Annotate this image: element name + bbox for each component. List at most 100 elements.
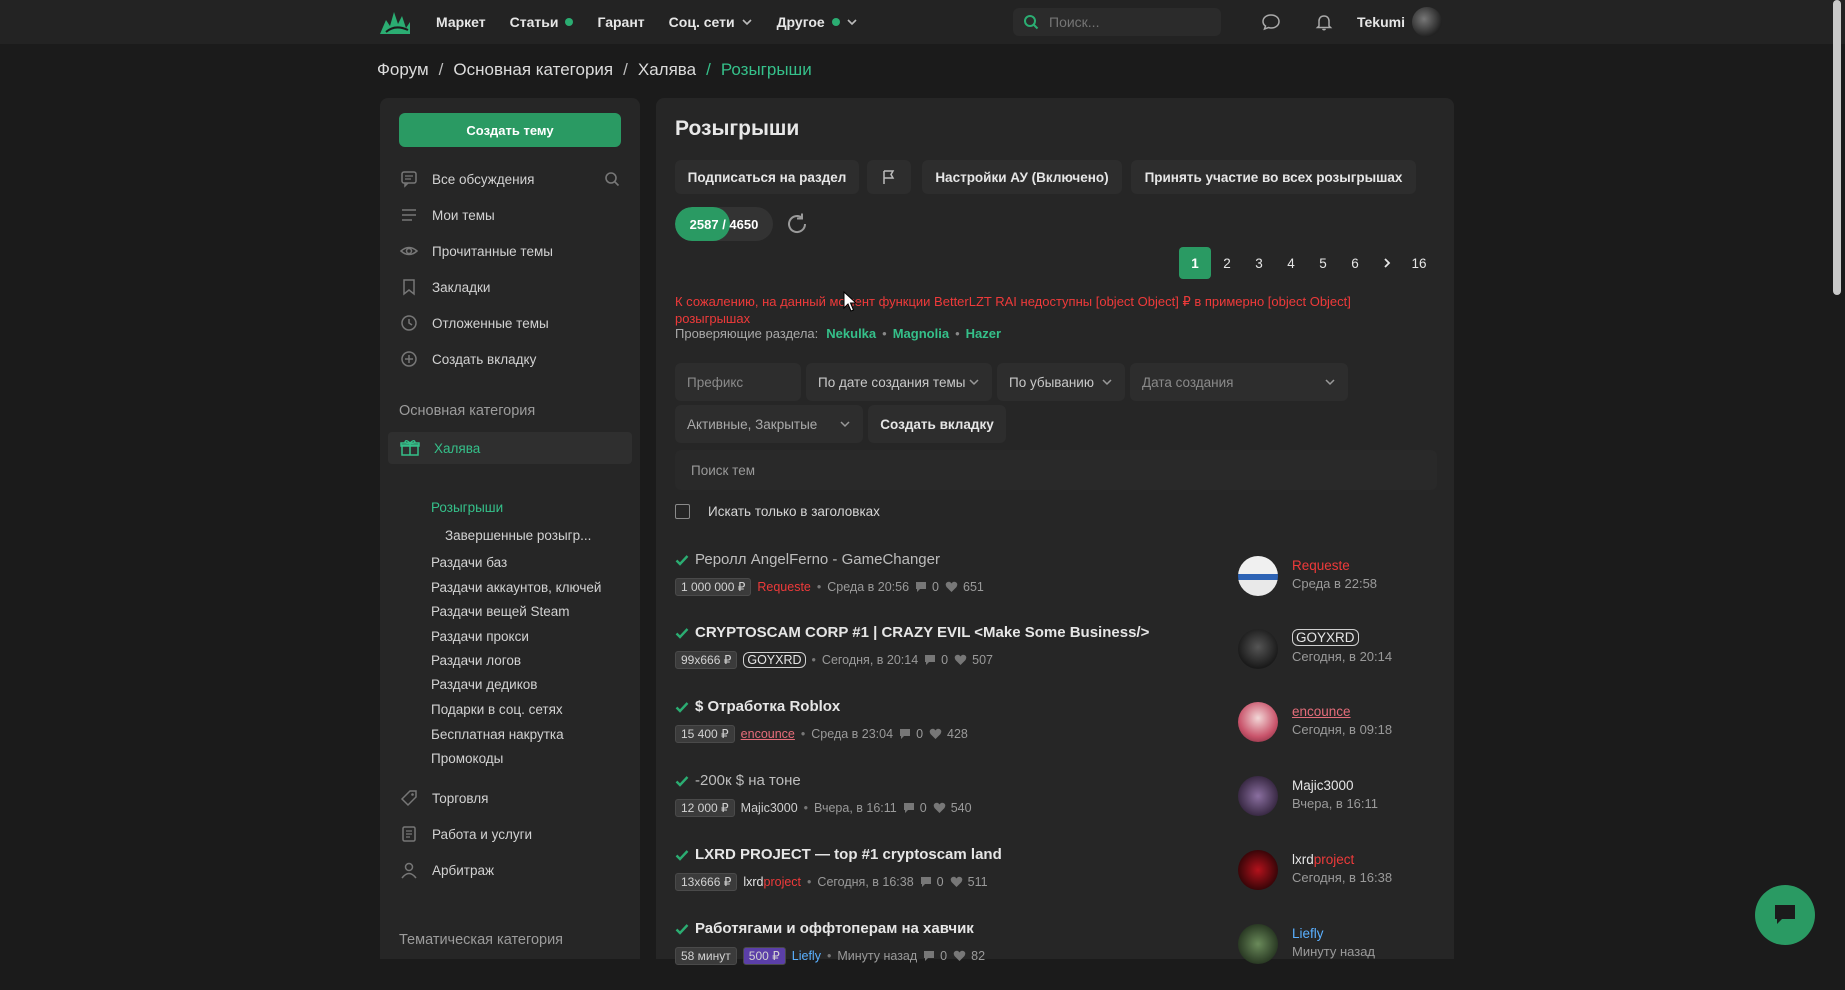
titles-only-checkbox[interactable] [675,504,690,519]
page-4[interactable]: 4 [1275,247,1307,279]
last-post-author[interactable]: GOYXRD [1292,629,1359,646]
sidebar-item-bookmarks[interactable]: Закладки [400,274,490,300]
search-icon[interactable] [604,171,620,187]
create-thread-button[interactable]: Создать тему [399,113,621,147]
heart-icon [950,876,962,887]
thread-author[interactable]: Requeste [757,580,811,594]
breadcrumb-giveaways[interactable]: Розыгрыши [721,60,812,80]
thread-title[interactable]: $ Отработка Roblox [675,698,840,715]
avatar[interactable] [1238,702,1278,742]
state-select-value: Активные, Закрытые [687,416,818,432]
sort-select[interactable]: По дате создания темы [806,363,992,401]
thread-title[interactable]: Работягами и оффтоперам на хавчик [675,920,974,937]
sidebar-sub-finished-giveaways[interactable]: Завершенные розыгр... [445,528,591,543]
last-page[interactable]: 16 [1403,247,1435,279]
sidebar-item-freebies[interactable]: Халява [400,435,480,461]
chat-button[interactable] [1755,885,1815,945]
global-search[interactable] [1013,8,1221,36]
page-1[interactable]: 1 [1179,247,1211,279]
heart-icon [945,581,958,592]
avatar[interactable] [1238,556,1278,596]
titles-only-option[interactable]: Искать только в заголовках [675,504,880,519]
sidebar-sub-free-boost[interactable]: Бесплатная накрутка [431,727,564,742]
page-2[interactable]: 2 [1211,247,1243,279]
breadcrumb: Форум / Основная категория / Халява / Розыг… [377,60,812,80]
checker-link[interactable]: Nekulka [826,326,876,341]
sidebar-sub-steam[interactable]: Раздачи вещей Steam [431,604,570,619]
last-post-author[interactable]: Liefly [1292,926,1324,941]
topic-search-input[interactable]: Поиск тем [675,450,1437,490]
sidebar-sub-promocodes[interactable]: Промокоды [431,751,503,766]
thread-author[interactable]: GOYXRD [743,652,806,668]
prize-badge: 1 000 000 ₽ [675,578,752,596]
nav-social[interactable]: Соц. сети [669,14,753,30]
sidebar-sub-databases[interactable]: Раздачи баз [431,555,507,570]
date-select[interactable]: Дата создания [1130,363,1348,401]
thread-author[interactable]: Majic3000 [741,801,798,815]
avatar[interactable] [1238,924,1278,964]
sidebar-item-all-discussions[interactable]: Все обсуждения [400,166,622,192]
au-settings-button[interactable]: Настройки АУ (Включено) [922,160,1122,194]
order-select[interactable]: По убыванию [997,363,1125,401]
thread-author[interactable]: encounce [741,727,795,741]
last-post-author[interactable]: encounce [1292,704,1351,719]
sidebar-item-work[interactable]: Работа и услуги [400,821,532,847]
join-all-giveaways-button[interactable]: Принять участие во всех розыгрышах [1131,160,1416,194]
sidebar-sub-logs[interactable]: Раздачи логов [431,653,521,668]
page-5[interactable]: 5 [1307,247,1339,279]
sidebar-sub-accounts[interactable]: Раздачи аккаунтов, ключей [431,580,601,595]
thread-title[interactable]: Реролл AngelFerno - GameChanger [675,551,940,568]
thread-author[interactable]: lxrdproject [743,875,801,889]
bell-icon[interactable] [1314,12,1334,32]
page-scrollbar[interactable] [1833,0,1841,295]
nav-guarantor[interactable]: Гарант [597,14,644,30]
state-select[interactable]: Активные, Закрытые [675,405,863,443]
nav-market[interactable]: Маркет [436,14,486,30]
last-post-author[interactable]: lxrdproject [1292,852,1354,867]
sidebar-item-trade[interactable]: Торговля [400,785,488,811]
avatar[interactable] [1238,776,1278,816]
breadcrumb-main-category[interactable]: Основная категория [453,60,613,80]
refresh-icon[interactable] [785,212,809,236]
avatar[interactable] [1238,850,1278,890]
create-tab-button[interactable]: Создать вкладку [868,405,1006,443]
page-3[interactable]: 3 [1243,247,1275,279]
sidebar-sub-giveaways[interactable]: Розыгрыши [431,500,503,515]
thread-title[interactable]: -200к $ на тоне [675,772,801,789]
subscribe-button[interactable]: Подписаться на раздел [675,160,859,194]
sidebar-sub-social-gifts[interactable]: Подарки в соц. сетях [431,702,563,717]
section-thematic-category[interactable]: Тематическая категория [399,932,563,948]
thread-author[interactable]: Liefly [792,949,821,963]
sidebar-item-postponed[interactable]: Отложенные темы [400,310,549,336]
nav-other[interactable]: Другое [777,14,858,30]
logo-icon[interactable] [378,6,412,38]
last-post-author[interactable]: Requeste [1292,558,1350,573]
thread-title[interactable]: LXRD PROJECT — top #1 cryptoscam land [675,846,1002,863]
conversations-icon[interactable] [1261,12,1281,32]
eye-icon [400,246,418,256]
sidebar-sub-proxies[interactable]: Раздачи прокси [431,629,529,644]
sidebar-sub-dedics[interactable]: Раздачи дедиков [431,677,537,692]
section-main-category[interactable]: Основная категория [399,403,535,419]
next-page-button[interactable] [1371,247,1403,279]
last-post-author[interactable]: Majic3000 [1292,778,1354,793]
checker-link[interactable]: Hazer [966,326,1001,341]
report-button[interactable] [867,160,911,194]
checker-link[interactable]: Magnolia [893,326,949,341]
last-post-time: Вчера, в 16:11 [1292,796,1379,811]
breadcrumb-forum[interactable]: Форум [377,60,429,80]
avatar[interactable] [1238,629,1278,669]
sidebar-item-read-threads[interactable]: Прочитанные темы [400,238,553,264]
nav-articles[interactable]: Статьи [510,14,574,30]
sidebar-item-create-tab[interactable]: Создать вкладку [400,346,536,372]
sidebar-item-my-threads[interactable]: Мои темы [400,202,495,228]
breadcrumb-freebies[interactable]: Халява [638,60,696,80]
prefix-filter[interactable]: Префикс [675,363,801,401]
page-6[interactable]: 6 [1339,247,1371,279]
sidebar-item-arbitrage[interactable]: Арбитраж [400,857,494,883]
thread-title[interactable]: CRYPTOSCAM CORP #1 | CRAZY EVIL <Make So… [675,624,1149,641]
username[interactable]: Tekumi [1357,14,1405,30]
pagination: 1 2 3 4 5 6 16 [1179,247,1435,279]
avatar[interactable] [1412,7,1442,37]
global-search-input[interactable] [1047,13,1211,31]
